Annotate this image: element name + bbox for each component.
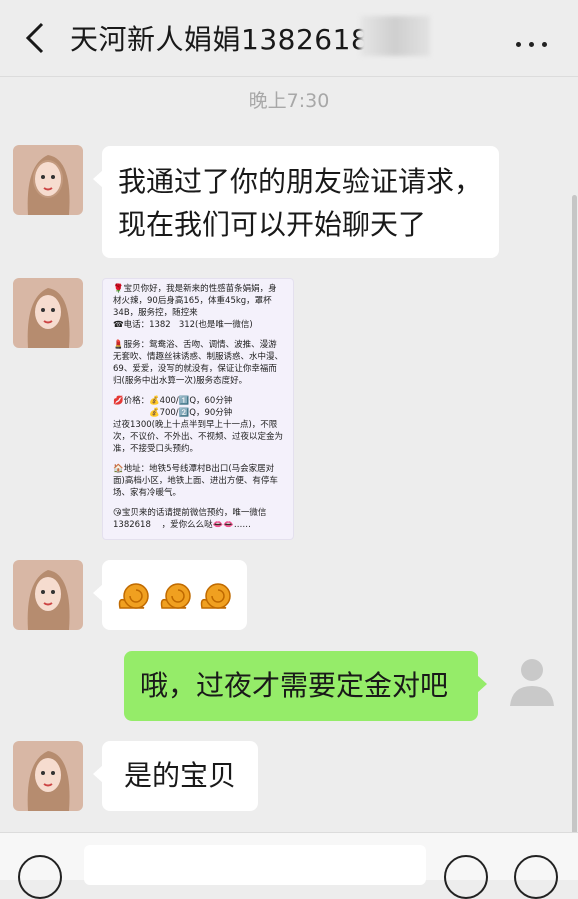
message-bubble[interactable]: 我通过了你的朋友验证请求， 现在我们可以开始聊天了 bbox=[93, 146, 499, 258]
contact-avatar[interactable] bbox=[13, 145, 83, 215]
contact-avatar[interactable] bbox=[13, 560, 83, 630]
plus-icon[interactable] bbox=[514, 855, 558, 899]
emoji-icon[interactable] bbox=[444, 855, 488, 899]
message-text: 哦，过夜才需要定金对吧 bbox=[140, 669, 449, 702]
message-text: 现在我们可以开始聊天了 bbox=[118, 208, 427, 241]
poster-intro: 🌹宝贝你好，我是新来的性感苗条娟娟，身材火辣，90后身高165，体重45kg，罩… bbox=[113, 284, 277, 318]
user-avatar-icon[interactable] bbox=[508, 650, 556, 710]
poster-service: 💄服务：鸳鸯浴、舌吻、调情、波推、漫游无套吹、情趣丝袜诱惑、制服诱惑、水中漫、6… bbox=[113, 340, 284, 386]
message-input[interactable] bbox=[84, 845, 426, 885]
image-message[interactable]: 🌹宝贝你好，我是新来的性感苗条娟娟，身材火辣，90后身高165，体重45kg，罩… bbox=[102, 278, 294, 540]
message-bubble[interactable]: 哦，过夜才需要定金对吧 bbox=[124, 651, 487, 721]
blurred-region bbox=[360, 16, 430, 56]
poster-overnight: 过夜1300(晚上十点半到早上十一点)，不限次，不议价、不外出、不视频、过夜以定… bbox=[113, 420, 284, 454]
message-text: 是的宝贝 bbox=[124, 759, 237, 792]
poster-closing: 1382618 ，爱你么么哒👄👄…… bbox=[113, 520, 251, 530]
chat-title: 天河新人娟娟1382618 bbox=[70, 23, 370, 56]
chat-header: 天河新人娟娟1382618 bbox=[0, 0, 578, 77]
chevron-left-icon[interactable] bbox=[22, 20, 52, 56]
voice-icon[interactable] bbox=[18, 855, 62, 899]
more-icon[interactable] bbox=[512, 32, 552, 47]
emoji-message[interactable] bbox=[93, 560, 247, 630]
poster-price: 💋价格：💰400/1️⃣Q，60分钟 bbox=[113, 396, 233, 406]
poster-price: 💰700/2️⃣Q，90分钟 bbox=[149, 408, 233, 418]
snail-emoji-icon bbox=[118, 583, 231, 609]
message-timestamp: 晚上7:30 bbox=[248, 90, 330, 112]
poster-appointment: 😘宝贝来的话请提前微信预约，唯一微信 bbox=[113, 508, 267, 518]
poster-phone: ☎电话：1382 312(也是唯一微信) bbox=[113, 320, 253, 330]
input-toolbar bbox=[0, 832, 578, 899]
message-text: 我通过了你的朋友验证请求， bbox=[118, 165, 483, 198]
message-bubble[interactable]: 是的宝贝 bbox=[93, 741, 258, 811]
contact-avatar[interactable] bbox=[13, 741, 83, 811]
scrollbar[interactable] bbox=[572, 195, 577, 835]
contact-avatar[interactable] bbox=[13, 278, 83, 348]
poster-address: 🏠地址：地铁5号线潭村B出口(马会家居对面)高档小区，地铁上面、进出方便、有停车… bbox=[113, 464, 278, 498]
